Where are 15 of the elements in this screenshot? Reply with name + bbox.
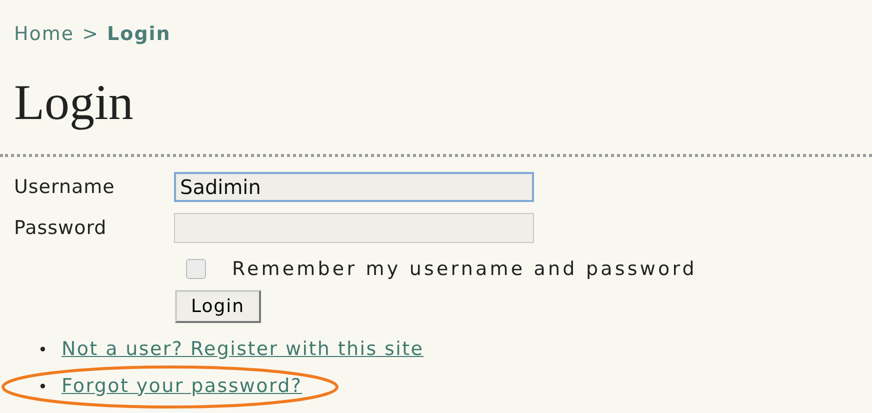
bullet: • bbox=[38, 338, 48, 360]
field-label: Password bbox=[14, 216, 108, 241]
checkbox-label: Remember my username and password bbox=[232, 256, 697, 282]
link[interactable]: Not a user? Register with this site bbox=[61, 334, 424, 364]
breadcrumb-current: Login bbox=[107, 22, 171, 47]
breadcrumb-separator: > bbox=[82, 22, 100, 47]
checkbox[interactable] bbox=[186, 259, 206, 279]
input-field[interactable] bbox=[174, 213, 534, 243]
login-button[interactable]: Login bbox=[175, 290, 261, 322]
bullet: • bbox=[38, 376, 48, 398]
page-title: Login bbox=[14, 74, 134, 130]
field-label: Username bbox=[14, 174, 116, 200]
link[interactable]: Forgot your password? bbox=[61, 372, 302, 400]
input-field[interactable]: Sadimin bbox=[174, 172, 534, 202]
breadcrumb-link[interactable]: Home bbox=[14, 20, 74, 48]
